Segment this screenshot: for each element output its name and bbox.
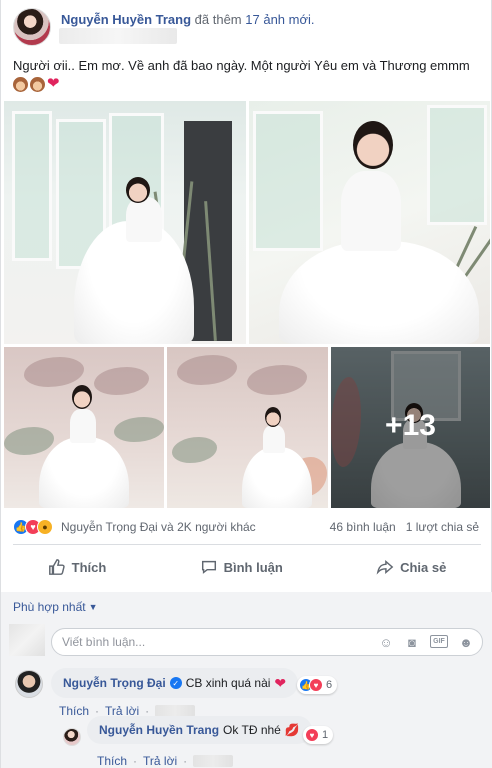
reply-reactions[interactable]: ♥ 1 bbox=[303, 726, 334, 744]
post-text: Người ơii.. Em mơ. Về anh đã bao ngày. M… bbox=[13, 58, 470, 73]
comment-label: Bình luận bbox=[223, 559, 283, 575]
decor-leaf bbox=[247, 365, 307, 395]
bride-head bbox=[265, 407, 281, 427]
window bbox=[427, 105, 487, 225]
engagement-counts: 46 bình luận 1 lượt chia sẻ bbox=[330, 520, 479, 534]
monkey-emoji bbox=[13, 76, 28, 92]
camera-icon[interactable]: ◙ bbox=[404, 634, 420, 650]
separator: · bbox=[183, 754, 188, 768]
commenter-name[interactable]: Nguyễn Trọng Đại bbox=[63, 676, 166, 690]
current-user-avatar-blurred bbox=[9, 624, 45, 656]
photos-count-link[interactable]: 17 ảnh mới. bbox=[245, 12, 314, 27]
kiss-icon: 💋 bbox=[284, 723, 300, 737]
wow-icon: ● bbox=[37, 519, 53, 535]
comment-input-icons: ☺ ◙ GIF ☻ bbox=[378, 634, 474, 650]
comment-bubble: Nguyễn Trọng Đại ✓ CB xinh quá nài ❤ bbox=[51, 668, 299, 698]
post-emoji-row: ❤ bbox=[13, 76, 60, 92]
chevron-down-icon: ▼ bbox=[88, 602, 98, 612]
post-photo-2[interactable] bbox=[249, 101, 490, 344]
reactions-summary[interactable]: 👍 ♥ ● Nguyễn Trọng Đại và 2K người khác bbox=[13, 519, 256, 535]
reply-like-link[interactable]: Thích bbox=[97, 754, 127, 768]
reaction-names: Nguyễn Trọng Đại và 2K người khác bbox=[61, 520, 256, 534]
wedding-dress bbox=[39, 437, 129, 508]
commenter-avatar[interactable] bbox=[15, 670, 43, 698]
gif-icon[interactable]: GIF bbox=[430, 635, 448, 648]
decor-leaf bbox=[4, 427, 54, 455]
divider bbox=[13, 544, 481, 545]
comment-input[interactable] bbox=[62, 635, 362, 649]
decor-leaf bbox=[114, 417, 164, 442]
reply-avatar[interactable] bbox=[63, 728, 81, 746]
author-name[interactable]: Nguyễn Huyền Trang bbox=[61, 12, 191, 27]
decor-leaf bbox=[177, 355, 237, 385]
thumbs-up-icon bbox=[48, 559, 65, 575]
reply-bubble: Nguyễn Huyền Trang Ok TĐ nhé 💋 bbox=[87, 716, 312, 744]
comment-icon bbox=[201, 560, 216, 574]
post-header: Nguyễn Huyền Trang đã thêm 17 ảnh mới. bbox=[61, 12, 315, 27]
bodice bbox=[126, 197, 162, 242]
bride-head bbox=[353, 121, 393, 169]
comment-input-box[interactable]: ☺ ◙ GIF ☻ bbox=[51, 628, 483, 656]
comment-reaction-count: 6 bbox=[326, 679, 333, 691]
post-photo-4[interactable] bbox=[167, 347, 328, 508]
wedding-dress bbox=[242, 447, 312, 508]
post-photo-5-more[interactable]: +13 bbox=[331, 347, 490, 508]
heart-emoji: ❤ bbox=[274, 674, 287, 691]
separator: · bbox=[133, 754, 138, 768]
comment-reactions[interactable]: 👍 ♥ 6 bbox=[297, 676, 338, 694]
like-button[interactable]: Thích bbox=[48, 558, 107, 576]
decor-leaf bbox=[24, 357, 84, 387]
post-actions-bar: Thích Bình luận Chia sẻ bbox=[1, 552, 492, 582]
post-timestamp-blurred bbox=[59, 28, 177, 44]
post-photo-1[interactable] bbox=[4, 101, 246, 344]
bride-head bbox=[126, 177, 150, 203]
sticker-icon[interactable]: ☻ bbox=[458, 634, 474, 650]
emoji-icon[interactable]: ☺ bbox=[378, 634, 394, 650]
reply-reaction-count: 1 bbox=[322, 729, 329, 741]
window bbox=[12, 111, 52, 261]
share-icon bbox=[376, 560, 394, 575]
monkey-emoji bbox=[30, 76, 45, 92]
comment-like-link[interactable]: Thích bbox=[59, 704, 89, 718]
reply-reply-link[interactable]: Trả lời bbox=[143, 754, 177, 768]
post-action-text: đã thêm bbox=[194, 12, 242, 27]
post-photo-3[interactable] bbox=[4, 347, 164, 508]
like-label: Thích bbox=[71, 559, 107, 575]
love-icon: ♥ bbox=[309, 678, 323, 692]
reply-time-blurred bbox=[193, 755, 234, 767]
share-button[interactable]: Chia sẻ bbox=[376, 558, 446, 576]
decor-leaf bbox=[172, 437, 217, 463]
reply-actions: Thích · Trả lời · bbox=[97, 754, 234, 768]
reply-author-name[interactable]: Nguyễn Huyền Trang bbox=[99, 723, 219, 737]
reaction-icons: 👍 ♥ ● bbox=[13, 519, 53, 535]
window bbox=[253, 111, 323, 251]
decor-leaf bbox=[94, 367, 149, 395]
feed-post: Nguyễn Huyền Trang đã thêm 17 ảnh mới. N… bbox=[0, 0, 492, 768]
more-photos-count: +13 bbox=[385, 409, 436, 442]
comment-sort-dropdown[interactable]: Phù hợp nhất ▼ bbox=[13, 600, 98, 614]
comment-button[interactable]: Bình luận bbox=[200, 558, 283, 576]
bride-head bbox=[72, 385, 92, 409]
comments-section: Phù hợp nhất ▼ ☺ ◙ GIF ☻ Nguyễn Trọng Đạ… bbox=[1, 592, 492, 768]
sort-label: Phù hợp nhất bbox=[13, 600, 86, 614]
bodice bbox=[263, 425, 285, 453]
bodice bbox=[341, 171, 401, 251]
wedding-dress bbox=[279, 241, 479, 344]
share-label: Chia sẻ bbox=[400, 559, 447, 575]
comments-count[interactable]: 46 bình luận bbox=[330, 520, 396, 534]
shares-count[interactable]: 1 lượt chia sẻ bbox=[406, 520, 479, 534]
verified-icon: ✓ bbox=[169, 677, 182, 689]
love-icon: ♥ bbox=[305, 728, 319, 742]
heart-emoji: ❤ bbox=[47, 75, 60, 92]
bodice bbox=[70, 409, 96, 443]
comment-text: CB xinh quá nài bbox=[185, 676, 271, 690]
reply-text: Ok TĐ nhé bbox=[223, 723, 281, 737]
author-avatar[interactable] bbox=[13, 8, 51, 46]
